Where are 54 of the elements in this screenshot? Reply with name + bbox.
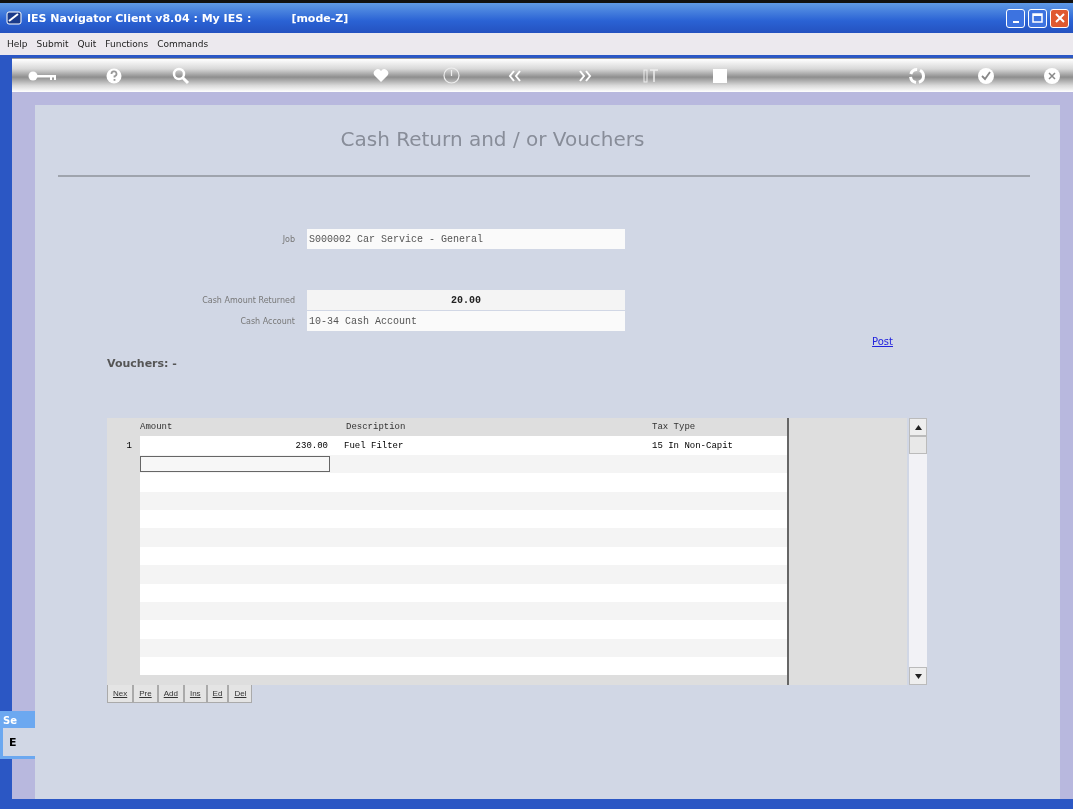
input-field[interactable] [140,455,330,472]
square-icon[interactable] [712,68,728,84]
field-label: Job [281,234,296,244]
table-button[interactable]: Ed [206,685,229,703]
scrollbar[interactable] [909,418,927,685]
table-cell-text: 15 In Non-Capit [651,440,733,451]
scroll-up-icon [914,424,922,430]
rewind-icon[interactable] [508,69,522,83]
column-header: Description [345,422,407,433]
field-label: Cash Amount Returned [201,295,296,305]
minimize-icon [1012,20,1019,23]
column-header: Amount [140,422,174,433]
table-cell-text: 230.00 [294,440,329,451]
scroll-thumb[interactable] [909,436,927,454]
fast-forward-icon[interactable] [578,69,592,83]
input-field[interactable]: S000002 Car Service - General [307,229,625,249]
minimize-button[interactable] [1006,8,1025,28]
window-title: IES Navigator Client v8.04 : My IES : [27,11,252,25]
search-icon[interactable] [172,67,190,85]
post-link[interactable]: Post [872,336,893,347]
table-button[interactable]: Add [157,685,184,703]
close-button[interactable] [1050,8,1069,28]
scroll-down-icon [914,673,922,679]
side-window-text: E [9,736,18,749]
table-button[interactable]: Ins [183,685,207,703]
clock-icon[interactable] [443,67,460,84]
close-icon [1054,13,1065,23]
table-cell-text: Fuel Filter [343,440,405,451]
table-button[interactable]: Pre [133,685,158,703]
text-cursor-icon[interactable] [643,68,659,84]
table-button[interactable]: Del [228,685,253,703]
maximize-icon [1032,13,1043,23]
table-button[interactable]: Nex [107,685,134,703]
app-icon [6,11,22,25]
menu-item[interactable]: Help [7,39,28,49]
field-label: Cash Account [239,316,296,326]
column-header: Tax Type [651,422,696,433]
menu-item[interactable]: Submit [36,39,69,49]
cancel-icon[interactable] [1043,67,1061,85]
menu-item[interactable]: Commands [157,39,209,49]
form-title: Cash Return and / or Vouchers [339,126,646,153]
input-field[interactable]: 10-34 Cash Account [307,311,625,331]
mode-label: [mode-Z] [291,11,349,25]
section-label: Vouchers: - [107,357,178,372]
menu-item[interactable]: Functions [105,39,149,49]
input-field[interactable]: 20.00 [307,290,625,310]
side-window-title: Se [3,714,35,728]
maximize-button[interactable] [1028,8,1047,28]
check-icon[interactable] [977,67,995,85]
help-icon[interactable] [106,68,122,84]
menu-item[interactable]: Quit [77,39,97,49]
key-icon[interactable] [28,69,58,83]
recycle-icon[interactable] [908,67,926,85]
heart-icon[interactable] [373,68,389,83]
